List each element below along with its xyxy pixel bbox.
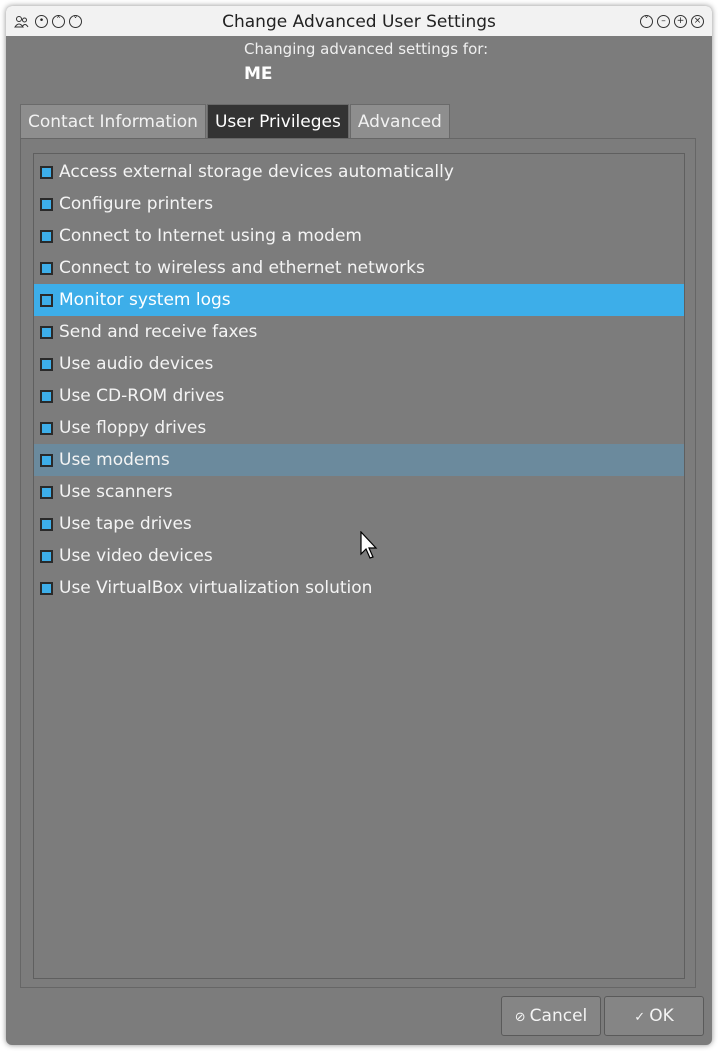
list-item[interactable]: Send and receive faxes — [34, 316, 684, 348]
window-title: Change Advanced User Settings — [222, 12, 496, 32]
list-item[interactable]: Use floppy drives — [34, 412, 684, 444]
checkbox[interactable] — [40, 582, 53, 595]
ok-button-label: OK — [649, 1006, 674, 1026]
tab-panel: Access external storage devices automati… — [20, 138, 696, 988]
dialog-window: • ˄ ˅ Change Advanced User Settings ˅ – … — [6, 6, 712, 1045]
cancel-button[interactable]: ⊘ Cancel — [501, 996, 601, 1036]
list-item[interactable]: Connect to wireless and ethernet network… — [34, 252, 684, 284]
list-item-label: Use CD-ROM drives — [59, 386, 225, 406]
checkbox[interactable] — [40, 454, 53, 467]
list-item[interactable]: Configure printers — [34, 188, 684, 220]
mouse-cursor-icon — [360, 531, 378, 559]
checkbox[interactable] — [40, 294, 53, 307]
checkmark-icon: ✓ — [634, 1010, 646, 1025]
list-item-label: Send and receive faxes — [59, 322, 258, 342]
header-user: ME — [244, 64, 273, 84]
checkbox[interactable] — [40, 550, 53, 563]
list-item-label: Use audio devices — [59, 354, 214, 374]
list-item-label: Connect to wireless and ethernet network… — [59, 258, 425, 278]
list-item[interactable]: Connect to Internet using a modem — [34, 220, 684, 252]
cancel-icon: ⊘ — [514, 1010, 526, 1025]
list-item[interactable]: Use CD-ROM drives — [34, 380, 684, 412]
list-item[interactable]: Use tape drives — [34, 508, 684, 540]
list-item[interactable]: Use audio devices — [34, 348, 684, 380]
list-item-label: Configure printers — [59, 194, 214, 214]
cancel-button-label: Cancel — [529, 1006, 588, 1026]
checkbox[interactable] — [40, 390, 53, 403]
header-label: Changing advanced settings for: — [244, 40, 489, 58]
tab-bar: Contact Information User Privileges Adva… — [20, 104, 451, 138]
title-bar[interactable]: • ˄ ˅ Change Advanced User Settings ˅ – … — [6, 6, 712, 36]
checkbox[interactable] — [40, 358, 53, 371]
list-item[interactable]: Access external storage devices automati… — [34, 156, 684, 188]
list-item-selected[interactable]: Monitor system logs — [34, 284, 684, 316]
list-item-label: Use scanners — [59, 482, 173, 502]
privileges-list[interactable]: Access external storage devices automati… — [33, 153, 685, 979]
list-item-label: Access external storage devices automati… — [59, 162, 454, 182]
checkbox[interactable] — [40, 486, 53, 499]
checkbox[interactable] — [40, 262, 53, 275]
list-item[interactable]: Use video devices — [34, 540, 684, 572]
checkbox[interactable] — [40, 518, 53, 531]
list-item[interactable]: Use VirtualBox virtualization solution — [34, 572, 684, 604]
list-item-label: Use modems — [59, 450, 170, 470]
list-item-label: Connect to Internet using a modem — [59, 226, 362, 246]
checkbox[interactable] — [40, 166, 53, 179]
list-item-label: Use floppy drives — [59, 418, 207, 438]
tab-contact-information[interactable]: Contact Information — [20, 104, 206, 138]
list-item-label: Use tape drives — [59, 514, 192, 534]
ok-button[interactable]: ✓ OK — [604, 996, 704, 1036]
tab-user-privileges[interactable]: User Privileges — [206, 104, 349, 138]
minimize-icon[interactable]: – — [657, 15, 670, 28]
list-item-label: Use video devices — [59, 546, 213, 566]
checkbox[interactable] — [40, 198, 53, 211]
checkbox[interactable] — [40, 422, 53, 435]
list-item[interactable]: Use scanners — [34, 476, 684, 508]
checkbox[interactable] — [40, 326, 53, 339]
maximize-icon[interactable]: + — [674, 15, 687, 28]
tab-advanced[interactable]: Advanced — [349, 104, 450, 138]
checkbox[interactable] — [40, 230, 53, 243]
list-item-label: Monitor system logs — [59, 290, 231, 310]
list-item-hovered[interactable]: Use modems — [34, 444, 684, 476]
close-icon[interactable]: × — [691, 15, 704, 28]
list-item-label: Use VirtualBox virtualization solution — [59, 578, 373, 598]
shade-icon[interactable]: ˅ — [640, 15, 653, 28]
